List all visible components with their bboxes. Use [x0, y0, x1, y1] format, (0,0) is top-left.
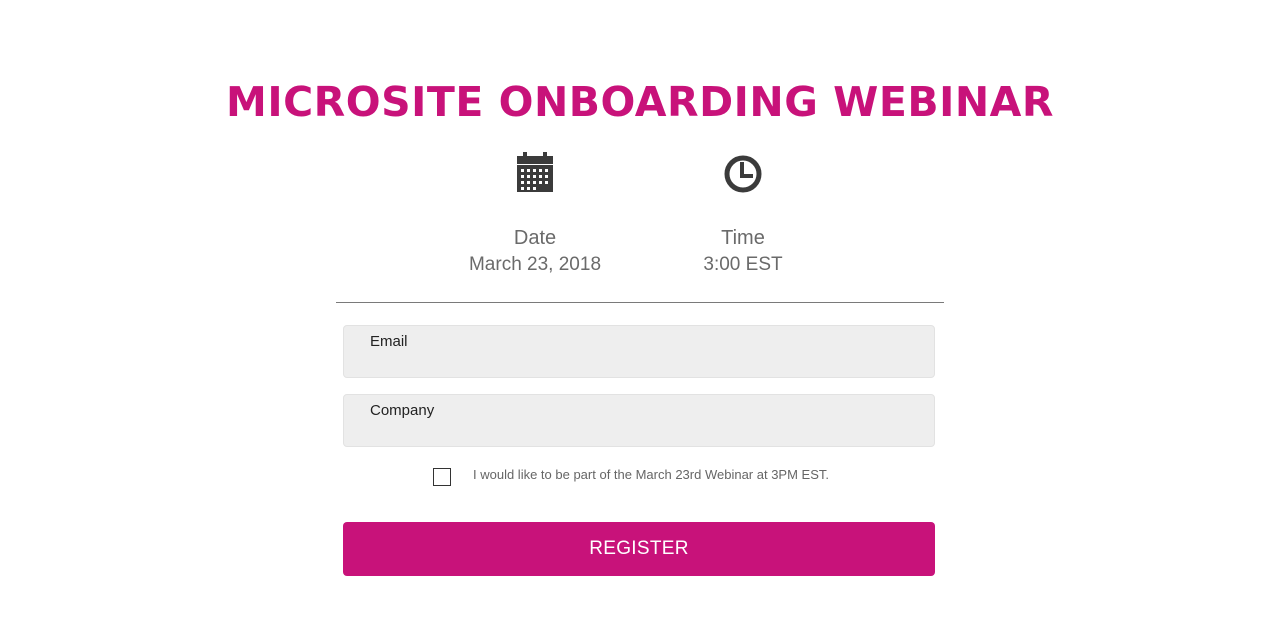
time-info: Time 3:00 EST — [653, 150, 833, 277]
page-title: MICROSITE ONBOARDING WEBINAR — [226, 78, 1054, 126]
consent-text: I would like to be part of the March 23r… — [473, 467, 829, 482]
company-field[interactable]: Company — [343, 394, 935, 447]
email-field[interactable]: Email — [343, 325, 935, 378]
consent-checkbox[interactable] — [433, 468, 451, 486]
date-label: Date — [513, 227, 557, 249]
register-button[interactable]: REGISTER — [343, 522, 935, 576]
date-info: Date March 23, 2018 — [445, 150, 625, 277]
webinar-registration-page: MICROSITE ONBOARDING WEBINAR Date March … — [0, 0, 1280, 621]
section-divider — [336, 302, 944, 303]
calendar-icon — [517, 152, 553, 192]
company-label: Company — [370, 402, 435, 419]
time-label: Time — [721, 227, 765, 249]
time-value: 3:00 EST — [703, 254, 783, 275]
clock-icon — [724, 155, 762, 193]
email-label: Email — [370, 333, 408, 350]
email-input[interactable] — [370, 352, 910, 372]
date-value: March 23, 2018 — [468, 254, 602, 275]
company-input[interactable] — [370, 421, 910, 441]
